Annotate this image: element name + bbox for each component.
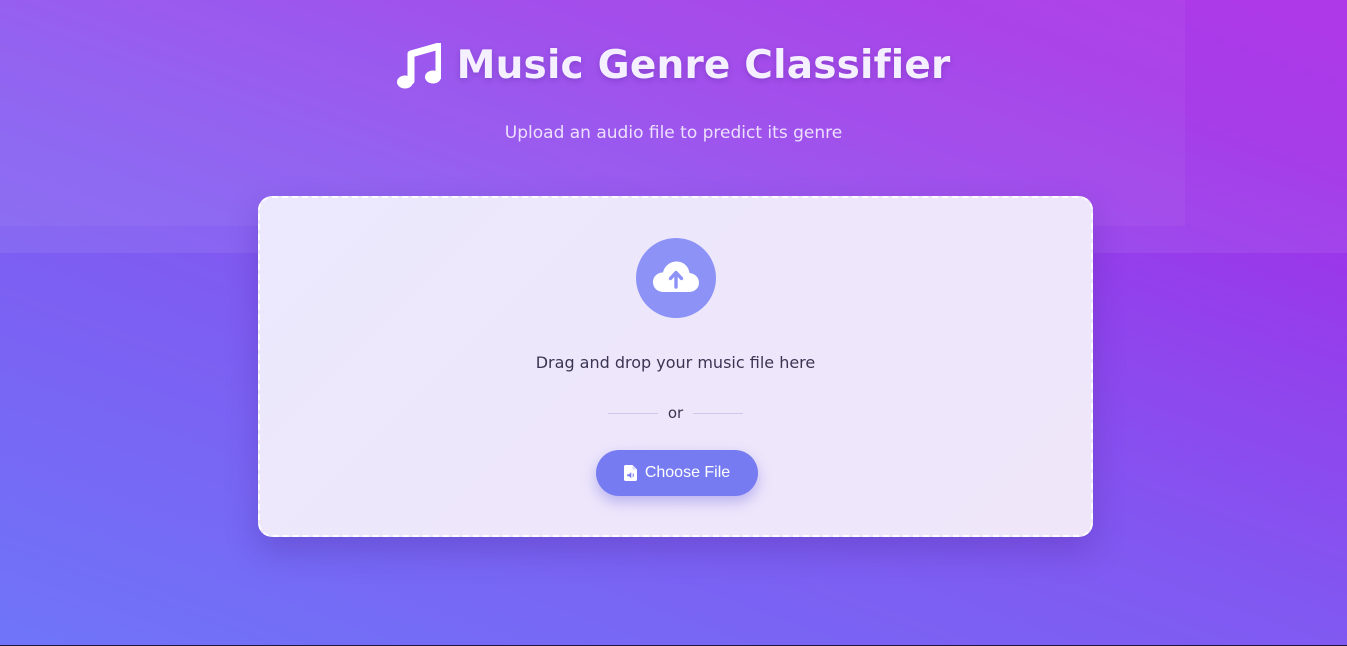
cloud-upload-icon xyxy=(653,261,699,292)
divider-line-left xyxy=(607,412,658,414)
or-divider: or xyxy=(260,402,1091,424)
page-subtitle: Upload an audio file to predict its genr… xyxy=(504,123,843,143)
upload-dropzone[interactable]: Drag and drop your music file here or Ch… xyxy=(258,196,1093,537)
page-title: Music Genre Classifier xyxy=(456,43,951,88)
audio-file-icon xyxy=(623,465,637,481)
choose-file-label: Choose File xyxy=(644,464,731,481)
choose-file-button[interactable]: Choose File xyxy=(596,450,758,496)
divider-line-right xyxy=(693,412,744,414)
drop-instructions: Drag and drop your music file here xyxy=(535,353,816,372)
or-label: or xyxy=(667,404,684,422)
upload-icon-circle xyxy=(636,238,716,318)
title-row: Music Genre Classifier xyxy=(0,40,1347,92)
page-header: Music Genre Classifier Upload an audio f… xyxy=(0,0,1347,180)
music-note-icon xyxy=(396,43,441,89)
